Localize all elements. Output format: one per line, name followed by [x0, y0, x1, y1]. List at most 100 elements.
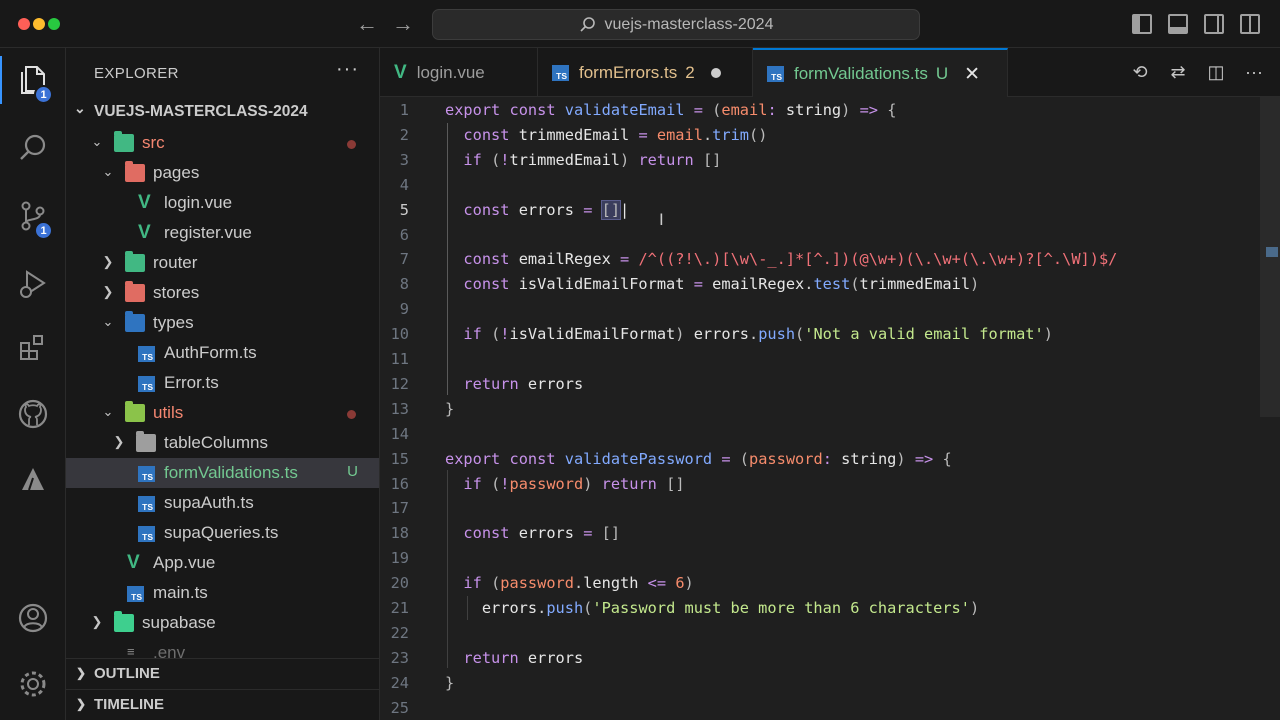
explorer-more-icon[interactable]: ··· [336, 58, 359, 81]
code-line[interactable]: 7 const emailRegex = /^((?!\.)[\w\-_.]*[… [380, 247, 1260, 272]
unsaved-dot-icon[interactable] [710, 67, 721, 78]
code-line[interactable]: 24} [380, 671, 1260, 696]
tree-item[interactable]: Vlogin.vue [66, 188, 379, 218]
editor-tab-bar: V login.vue TS formErrors.ts 2 TS formVa… [380, 48, 1280, 98]
deploy-activity[interactable] [0, 450, 66, 510]
code-line[interactable]: 1 export const validateEmail = (email: st… [380, 98, 1260, 123]
manage-activity[interactable] [0, 654, 66, 714]
compare-changes-icon[interactable]: ⇄ [1168, 62, 1188, 82]
window-close-button[interactable] [18, 18, 30, 30]
back-arrow-icon[interactable]: ← [356, 12, 378, 36]
tree-item[interactable]: ⌄ pages [66, 158, 379, 188]
tree-item[interactable]: ❯ tableColumns [66, 428, 379, 458]
tree-item[interactable]: TS main.ts [66, 578, 379, 608]
code-line[interactable]: 21 errors.push('Password must be more th… [380, 596, 1260, 621]
more-actions-icon[interactable]: ··· [1244, 62, 1264, 82]
run-debug-activity[interactable] [0, 254, 66, 314]
code-line[interactable]: 13} [380, 397, 1260, 422]
tab-formerrors-ts[interactable]: TS formErrors.ts 2 [538, 48, 753, 97]
code-line[interactable]: 4 [380, 173, 1260, 198]
toggle-panel-icon[interactable] [1168, 14, 1188, 34]
customize-layout-icon[interactable] [1240, 14, 1260, 34]
line-number: 10 [390, 325, 409, 344]
window-maximize-button[interactable] [48, 18, 60, 30]
accounts-activity[interactable] [0, 588, 66, 648]
code-line[interactable]: 23 return errors [380, 646, 1260, 671]
tree-item[interactable]: TS formValidations.ts U [66, 458, 379, 488]
tree-item[interactable]: Vregister.vue [66, 218, 379, 248]
tree-item-label: AuthForm.ts [164, 343, 257, 362]
tab-label: formErrors.ts [579, 62, 678, 82]
code-line[interactable]: 8 const isValidEmailFormat = emailRegex.… [380, 272, 1260, 297]
code-line[interactable]: 11 [380, 347, 1260, 372]
forward-arrow-icon[interactable]: → [392, 12, 414, 36]
code-text: export const validatePassword = (passwor… [445, 449, 952, 468]
close-icon[interactable]: ✕ [964, 63, 980, 86]
workspace-root-folder[interactable]: ⌄ VUEJS-MASTERCLASS-2024 [66, 100, 379, 124]
tree-item[interactable]: ⌄ types [66, 308, 379, 338]
code-line[interactable]: 18 const errors = [] [380, 521, 1260, 546]
editor-scrollbar[interactable] [1260, 97, 1280, 417]
extensions-icon [20, 335, 43, 360]
code-line[interactable]: 9 [380, 297, 1260, 322]
code-line[interactable]: 12 return errors [380, 372, 1260, 397]
code-line[interactable]: 5 const errors = []| [380, 198, 1260, 223]
chevron-right-icon: ❯ [76, 697, 87, 711]
tree-item[interactable]: TS AuthForm.ts [66, 338, 379, 368]
activity-bar: 1 1 [0, 48, 66, 720]
code-text: const trimmedEmail = email.trim() [463, 125, 768, 144]
timeline-section[interactable]: ❯ TIMELINE [66, 689, 379, 719]
chevron-right-icon: ❯ [113, 434, 125, 449]
code-line[interactable]: 19 [380, 546, 1260, 571]
source-control-activity[interactable]: 1 [0, 186, 66, 246]
github-activity[interactable] [0, 384, 66, 444]
line-number: 20 [390, 574, 409, 593]
code-text: return errors [463, 374, 584, 393]
code-line[interactable]: 2 const trimmedEmail = email.trim() [380, 123, 1260, 148]
tree-item[interactable]: ⌄ utils [66, 398, 379, 428]
code-editor[interactable]: 1 export const validateEmail = (email: st… [380, 97, 1280, 720]
code-line[interactable]: 22 [380, 621, 1260, 646]
code-line[interactable]: 3 if (!trimmedEmail) return [] [380, 148, 1260, 173]
tree-item[interactable]: ❯ stores [66, 278, 379, 308]
code-line[interactable]: 17 [380, 496, 1260, 521]
split-editor-icon[interactable]: ◫ [1206, 62, 1226, 82]
tab-formvalidations-ts[interactable]: TS formValidations.ts U ✕ [753, 48, 1008, 98]
line-number: 4 [399, 175, 409, 194]
code-line[interactable]: 6 [380, 223, 1260, 248]
vue-file-icon: V [138, 222, 151, 243]
gear-icon [20, 671, 46, 697]
window-minimize-button[interactable] [33, 18, 45, 30]
code-line[interactable]: 25 [380, 696, 1260, 720]
tree-item[interactable]: TS supaAuth.ts [66, 488, 379, 518]
toggle-primary-sidebar-icon[interactable] [1132, 14, 1152, 34]
code-line[interactable]: 14 [380, 422, 1260, 447]
tree-item[interactable]: ❯ supabase [66, 608, 379, 638]
toggle-secondary-sidebar-icon[interactable] [1204, 14, 1224, 34]
typescript-file-icon: TS [138, 496, 155, 512]
tree-item[interactable]: ⌄ src [66, 128, 379, 158]
line-number: 13 [390, 399, 409, 418]
tree-item-label: supaAuth.ts [164, 493, 254, 512]
code-line[interactable]: 20 if (password.length <= 6) [380, 571, 1260, 596]
line-number: 17 [390, 499, 409, 518]
command-center-search[interactable]: vuejs-masterclass-2024 [432, 9, 920, 40]
code-line[interactable]: 10 if (!isValidEmailFormat) errors.push(… [380, 322, 1260, 347]
folder-icon [125, 311, 145, 332]
search-activity[interactable] [0, 118, 66, 178]
tab-login-vue[interactable]: V login.vue [380, 48, 538, 97]
typescript-file-icon: TS [127, 586, 144, 602]
outline-section[interactable]: ❯ OUTLINE [66, 658, 379, 688]
code-line[interactable]: 15 export const validatePassword = (passw… [380, 447, 1260, 472]
explorer-activity[interactable]: 1 [0, 50, 66, 110]
tree-item-label: utils [153, 403, 184, 422]
tree-item[interactable]: ❯ router [66, 248, 379, 278]
tree-item[interactable]: TS supaQueries.ts [66, 518, 379, 548]
code-text: if (!password) return [] [463, 474, 685, 493]
tree-item[interactable]: V App.vue [66, 548, 379, 578]
extensions-activity[interactable] [0, 318, 66, 378]
tree-item[interactable]: TS Error.ts [66, 368, 379, 398]
timeline-history-icon[interactable]: ⟲ [1130, 62, 1150, 82]
account-icon [18, 603, 48, 633]
code-line[interactable]: 16 if (!password) return [] [380, 472, 1260, 497]
